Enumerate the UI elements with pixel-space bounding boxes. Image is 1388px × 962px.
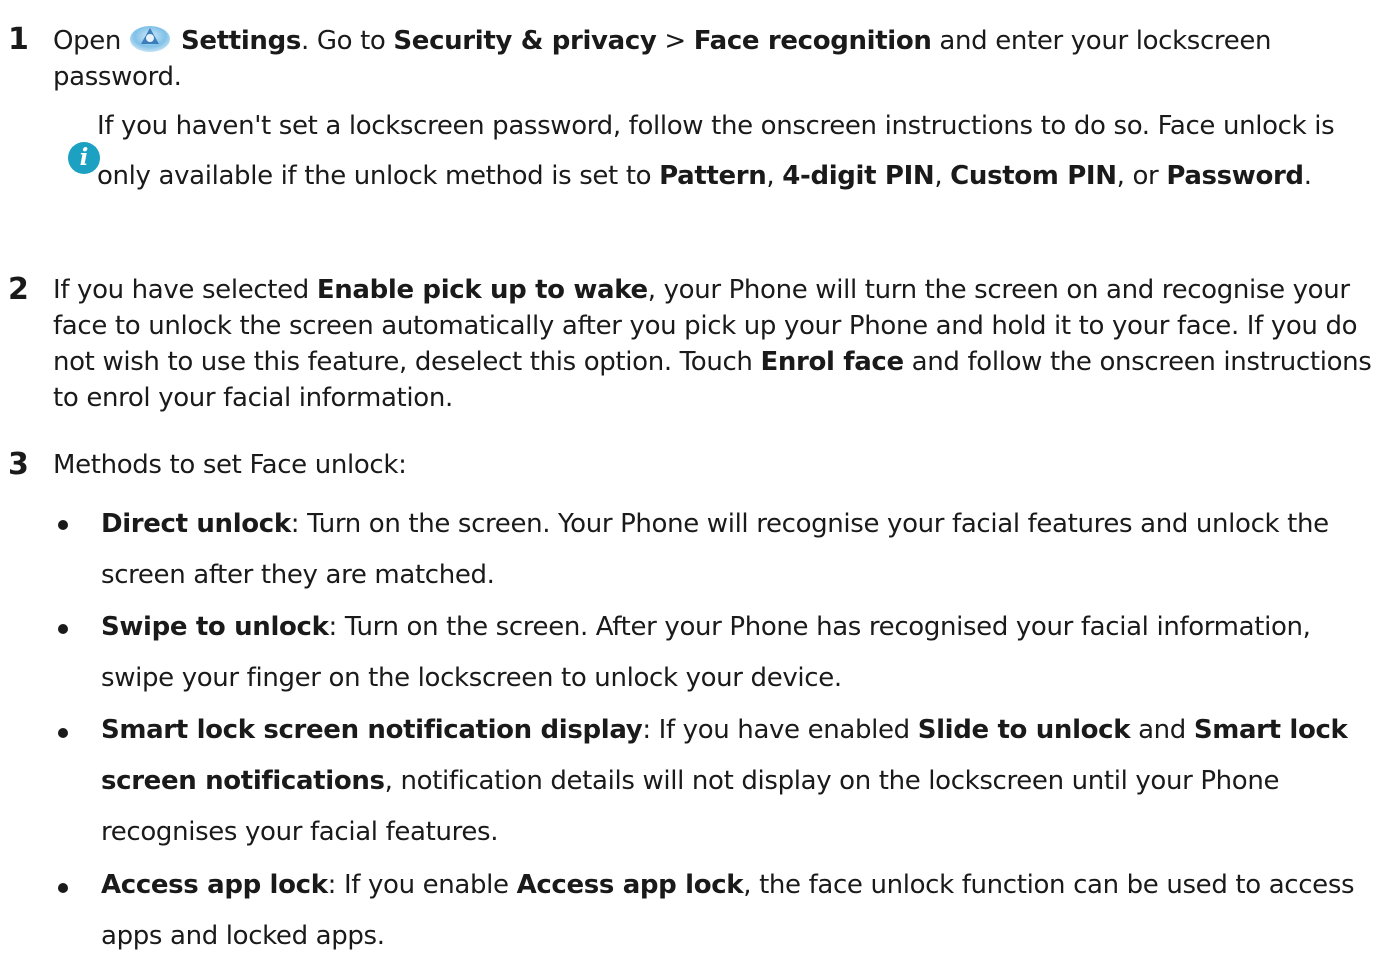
step-text: Open Settings. Go to Security & privacy >… [53,22,1374,95]
period: . [1303,161,1312,191]
face-recognition-label: Face recognition [693,26,932,56]
open-text: Open [53,26,122,56]
bullet-access-app-lock: Access app lock: If you enable Access ap… [101,860,1358,962]
enrol-face-label: Enrol face [760,347,904,377]
bullet-dot [58,520,68,530]
settings-app-icon [129,22,171,52]
settings-label: Settings [181,26,301,56]
bullet-title: Swipe to unlock [101,612,329,642]
bullet-title: Smart lock screen notification display [101,715,643,745]
access-app-lock-label: Access app lock [516,870,744,900]
note-text: If you haven't set a lockscreen password… [97,101,1374,201]
bullet-swipe-to-unlock: Swipe to unlock: Turn on the screen. Aft… [101,602,1358,704]
custom-pin-label: Custom PIN [950,161,1117,191]
password-label: Password [1166,161,1304,191]
step-text: Methods to set Face unlock: [53,450,407,480]
enable-pick-up-label: Enable pick up to wake [316,275,648,305]
bullet-direct-unlock: Direct unlock: Turn on the screen. Your … [101,499,1358,601]
bullet-title: Direct unlock [101,509,291,539]
bullet-body: : If you enable [327,870,517,900]
bullet-smart-lock: Smart lock screen notification display: … [101,705,1358,858]
bullet-dot [58,883,68,893]
bullet-body: : If you have enabled [642,715,918,745]
arrow-text: > [656,26,694,56]
four-digit-pin-label: 4-digit PIN [782,161,935,191]
step-number: 3 [8,447,29,482]
step-2-part1: If you have selected [53,275,317,305]
bullet-dot [58,624,68,634]
separator: , or [1116,161,1167,191]
bullet-dot [58,728,68,738]
separator: , [766,161,783,191]
bullet-title: Access app lock [101,870,328,900]
separator: , [934,161,951,191]
and-text: and [1130,715,1194,745]
pattern-label: Pattern [659,161,767,191]
info-icon: i [68,142,100,174]
go-to-text: . Go to [300,26,394,56]
step-text: If you have selected Enable pick up to w… [53,272,1374,416]
step-number: 2 [8,272,29,307]
security-privacy-label: Security & privacy [393,26,657,56]
step-number: 1 [8,22,29,57]
slide-to-unlock-label: Slide to unlock [917,715,1131,745]
